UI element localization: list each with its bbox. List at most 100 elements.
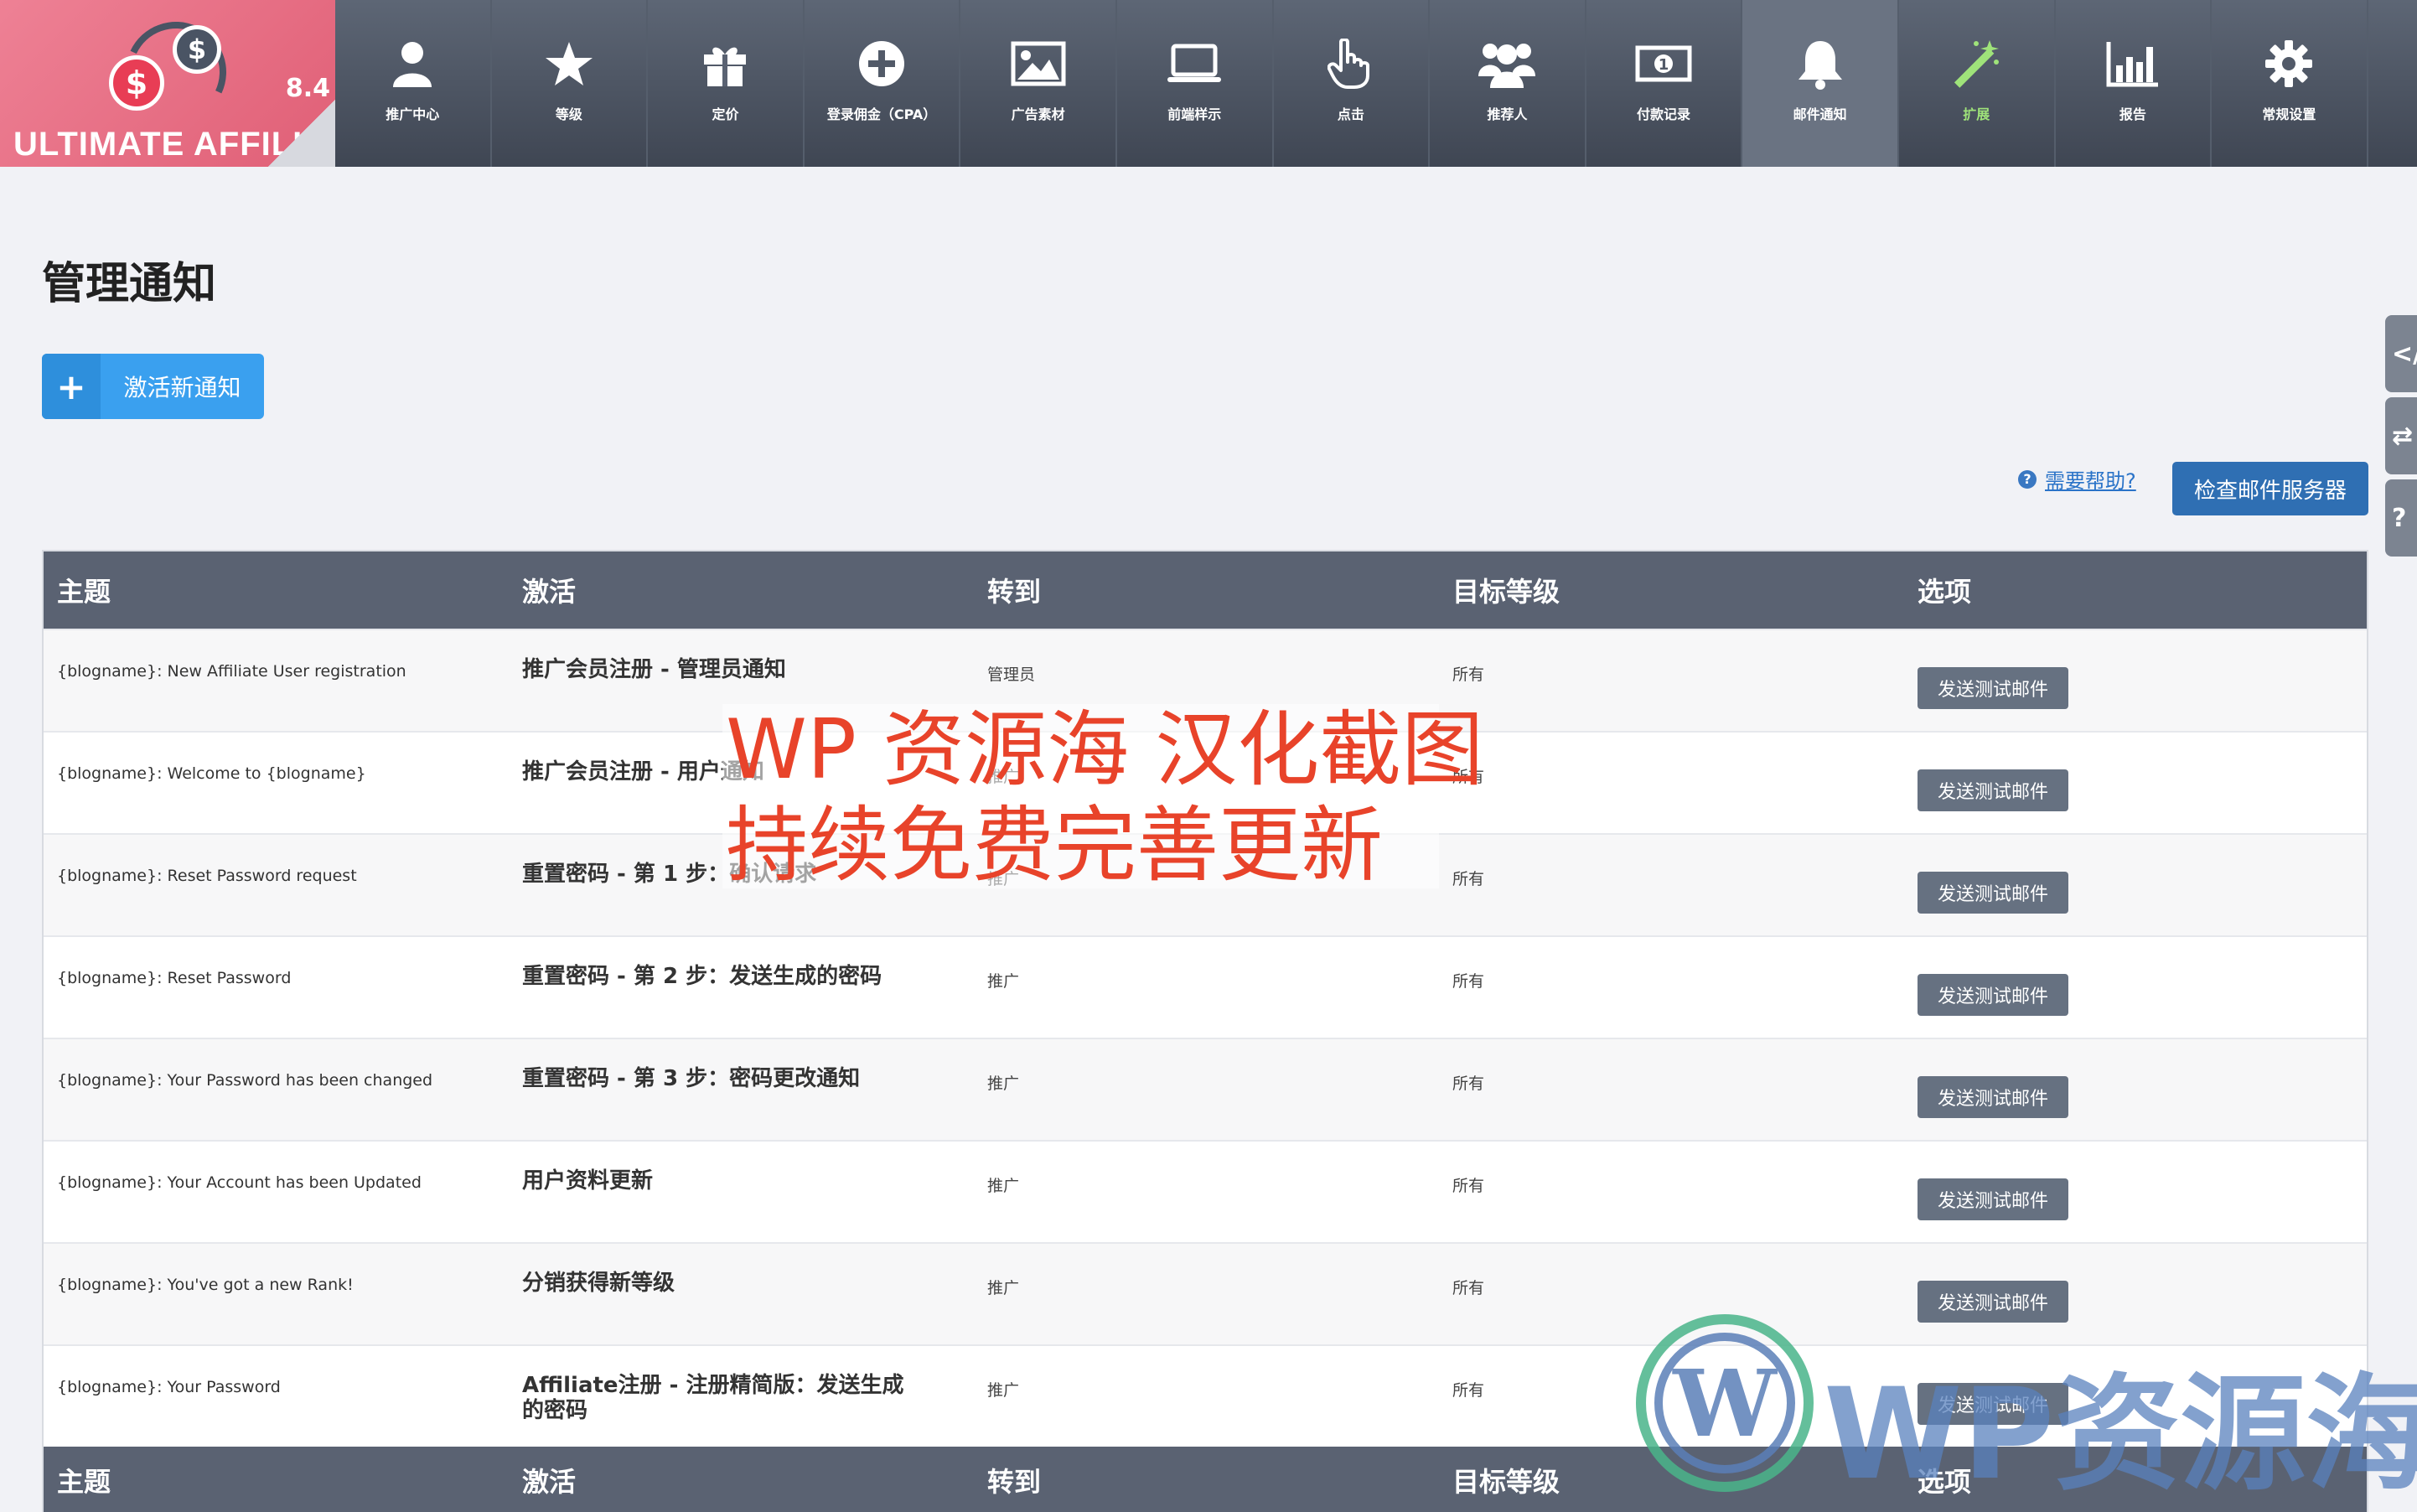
cell-rank: 所有 [1452,1279,1485,1297]
nav-label: 点击 [1337,106,1364,122]
app-logo[interactable]: $ $ 8.4 ULTIMATE AFFILIATE [0,0,335,167]
user-icon [391,34,433,93]
nav-item-showcase[interactable]: 前端样示 [1117,0,1274,167]
cell-subject[interactable]: {blogname}: Your Password has been chang… [44,1039,509,1090]
nav-item-settings[interactable]: 常规设置 [2212,0,2368,167]
nav-item-pricing[interactable]: 定价 [648,0,805,167]
nav-item-extensions[interactable]: 扩展 [1899,0,2056,167]
footer-to: 转到 [987,1466,1042,1498]
header-target-rank: 目标等级 [1452,576,1560,608]
svg-text:1: 1 [1659,56,1669,74]
gift-icon [702,34,748,93]
cell-to: 推广 [987,1279,1020,1297]
cell-subject[interactable]: {blogname}: Reset Password request [44,835,509,885]
cell-subject[interactable]: {blogname}: Welcome to {blogname} [44,733,509,783]
cell-rank: 所有 [1452,1177,1485,1195]
check-mail-server-button[interactable]: 检查邮件服务器 [2172,462,2368,515]
activate-new-notification-button[interactable]: + 激活新通知 [42,354,264,419]
cell-action: 重置密码 - 第 3 步：密码更改通知 [522,1066,861,1091]
cell-rank: 所有 [1452,768,1485,786]
cell-action: 重置密码 - 第 2 步：发送生成的密码 [522,964,882,989]
cell-rank: 所有 [1452,1074,1485,1093]
dollar-coin-icon: $ [109,55,164,111]
watermark-brand: WP资源海 [1824,1362,2417,1508]
send-test-email-button[interactable]: 发送测试邮件 [1918,1076,2068,1118]
nav-item-email-notifications[interactable]: 邮件通知 [1742,0,1899,167]
question-circle-icon: ? [2018,469,2037,489]
nav-label: 邮件通知 [1793,106,1847,122]
activate-button-label: 激活新通知 [123,374,241,401]
users-icon [1478,34,1536,93]
nav-label: 等级 [555,106,582,122]
image-icon [1011,34,1066,93]
plus-icon: + [42,354,101,419]
send-test-email-button[interactable]: 发送测试邮件 [1918,667,2068,709]
footer-activate: 激活 [522,1466,577,1498]
send-test-email-button[interactable]: 发送测试邮件 [1918,769,2068,811]
cell-options: 发送测试邮件 [1904,835,2370,914]
bell-icon [1797,34,1844,93]
laptop-icon [1167,34,1222,93]
cell-action: Affiliate注册 - 注册精简版：发送生成的密码 [522,1373,904,1423]
nav-item-cpa[interactable]: 登录佣金（CPA） [805,0,961,167]
cell-subject[interactable]: {blogname}: New Affiliate User registrat… [44,630,509,681]
cell-action: 推广会员注册 - 管理员通知 [522,657,786,682]
main-nav: 推广中心 等级 定价 登录佣金（CPA） 广告素材 前端样示 点击 推荐人 1 … [335,0,2368,167]
nav-label: 广告素材 [1011,106,1065,122]
nav-item-ranks[interactable]: 等级 [492,0,649,167]
cell-subject[interactable]: {blogname}: Your Account has been Update… [44,1142,509,1192]
money-icon: 1 [1635,34,1692,93]
cell-rank: 所有 [1452,870,1485,888]
nav-item-creatives[interactable]: 广告素材 [960,0,1117,167]
header-to: 转到 [987,576,1042,608]
nav-item-payments[interactable]: 1 付款记录 [1586,0,1743,167]
nav-label: 扩展 [1963,106,1990,122]
cell-to: 推广 [987,1074,1020,1093]
help-link[interactable]: ? 需要帮助? [2018,464,2136,494]
pointer-hand-icon [1327,34,1374,93]
bar-chart-icon [2106,34,2160,93]
cell-options: 发送测试邮件 [1904,1142,2370,1220]
cell-to: 管理员 [987,665,1036,684]
cell-options: 发送测试邮件 [1904,1039,2370,1118]
nav-label: 报告 [2119,106,2146,122]
send-test-email-button[interactable]: 发送测试邮件 [1918,1281,2068,1323]
cell-subject[interactable]: {blogname}: You've got a new Rank! [44,1244,509,1294]
nav-label: 推荐人 [1487,106,1528,122]
page-curl [268,100,335,167]
nav-label: 付款记录 [1637,106,1691,122]
dollar-coin-icon: $ [173,25,221,74]
table-row: {blogname}: Reset Password 重置密码 - 第 2 步：… [44,935,2367,1038]
header-options: 选项 [1918,576,1972,608]
cell-action: 用户资料更新 [522,1168,654,1194]
nav-item-reports[interactable]: 报告 [2056,0,2213,167]
cell-action: 分销获得新等级 [522,1271,675,1296]
help-link-text: 需要帮助? [2045,469,2136,493]
table-row: {blogname}: Your Password has been chang… [44,1038,2367,1140]
cell-options: 发送测试邮件 [1904,733,2370,811]
nav-item-clicks[interactable]: 点击 [1274,0,1431,167]
cell-to: 推广 [987,972,1020,991]
nav-item-referrals[interactable]: 推荐人 [1430,0,1586,167]
plus-circle-icon [858,34,905,93]
cell-to: 推广 [987,1381,1020,1400]
table-header: 主题 激活 转到 目标等级 选项 [44,551,2367,629]
send-test-email-button[interactable]: 发送测试邮件 [1918,1178,2068,1220]
help-tab[interactable]: ? [2385,479,2417,557]
code-toggle-tab[interactable]: </ [2385,315,2417,392]
star-icon [545,34,593,93]
nav-label: 登录佣金（CPA） [826,106,937,122]
header-activate: 激活 [522,576,577,608]
cell-subject[interactable]: {blogname}: Your Password [44,1346,509,1396]
send-test-email-button[interactable]: 发送测试邮件 [1918,872,2068,914]
watermark-backdrop [722,704,1439,888]
nav-item-affiliate-center[interactable]: 推广中心 [335,0,492,167]
swap-tab[interactable]: ⇄ [2385,397,2417,474]
cell-options: 发送测试邮件 [1904,630,2370,709]
cell-subject[interactable]: {blogname}: Reset Password [44,937,509,987]
nav-label: 定价 [712,106,739,122]
cell-rank: 所有 [1452,665,1485,684]
send-test-email-button[interactable]: 发送测试邮件 [1918,974,2068,1016]
nav-label: 前端样示 [1167,106,1222,122]
magic-wand-icon [1951,34,2001,93]
